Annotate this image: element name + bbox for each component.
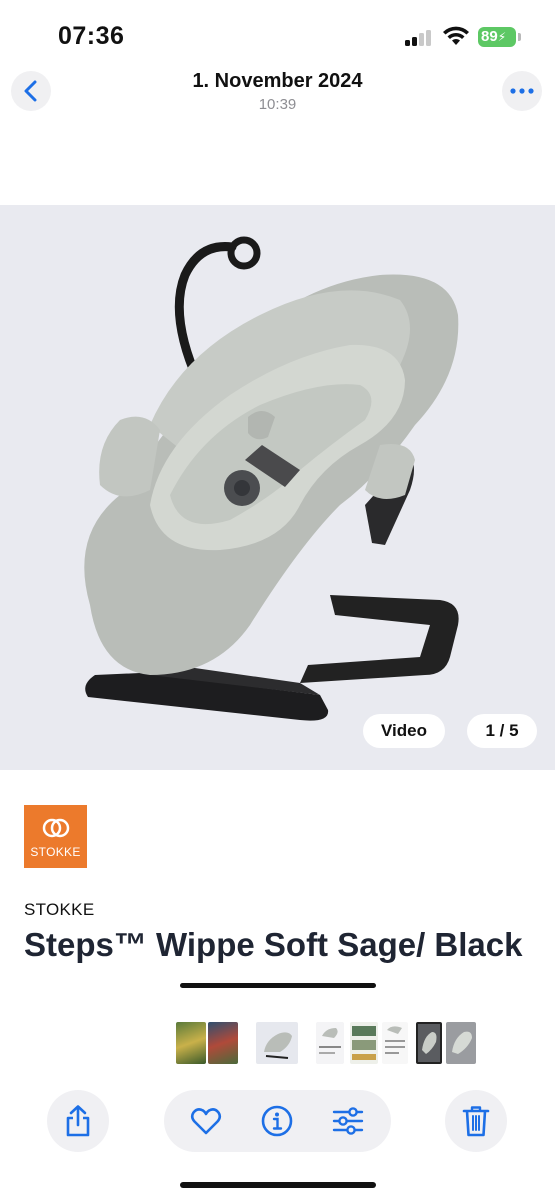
ellipsis-icon [510,88,534,94]
page-title: 1. November 2024 [192,70,363,92]
battery-level: 89 [481,28,498,45]
info-button[interactable] [261,1105,293,1137]
image-counter: 1 / 5 [467,714,537,748]
favorite-button[interactable] [190,1105,222,1137]
bouncer-illustration [84,236,459,721]
video-button[interactable]: Video [363,714,445,748]
status-bar: 07:36 89⚡ [0,0,555,70]
info-icon [261,1105,293,1137]
thumbnail[interactable] [176,1022,206,1064]
wifi-icon [443,26,469,45]
thumbnail[interactable] [208,1022,238,1064]
battery-indicator: 89⚡ [478,27,516,47]
cellular-signal-icon [405,30,435,46]
home-indicator[interactable] [180,1182,376,1188]
battery-cap [518,33,521,41]
thumbnail[interactable] [256,1022,298,1064]
photo-viewer-screen: 07:36 89⚡ 1. November 2024 10:39 Video 1… [0,0,555,1200]
more-button[interactable] [502,71,542,111]
scroll-indicator [180,983,376,988]
thumbnail[interactable] [382,1022,408,1064]
thumbnail[interactable] [350,1022,378,1064]
trash-icon [462,1106,490,1137]
action-group [164,1090,391,1152]
brand-logo-text: STOKKE [30,844,81,859]
heart-icon [190,1108,222,1135]
sliders-icon [332,1107,364,1135]
thumbnail[interactable] [446,1022,476,1064]
share-button[interactable] [47,1090,109,1152]
brand-name: STOKKE [24,900,95,919]
product-image[interactable] [0,205,555,770]
product-title: Steps™ Wippe Soft Sage/ Black [24,926,523,963]
brand-logo: STOKKE [24,805,87,868]
thumbnail[interactable] [416,1022,442,1064]
adjust-button[interactable] [332,1105,364,1137]
share-icon [66,1105,90,1137]
stokke-logo-icon [42,818,69,837]
status-time: 07:36 [58,22,125,50]
delete-button[interactable] [445,1090,507,1152]
page-subtitle: 10:39 [258,96,297,113]
thumbnail[interactable] [316,1022,344,1064]
